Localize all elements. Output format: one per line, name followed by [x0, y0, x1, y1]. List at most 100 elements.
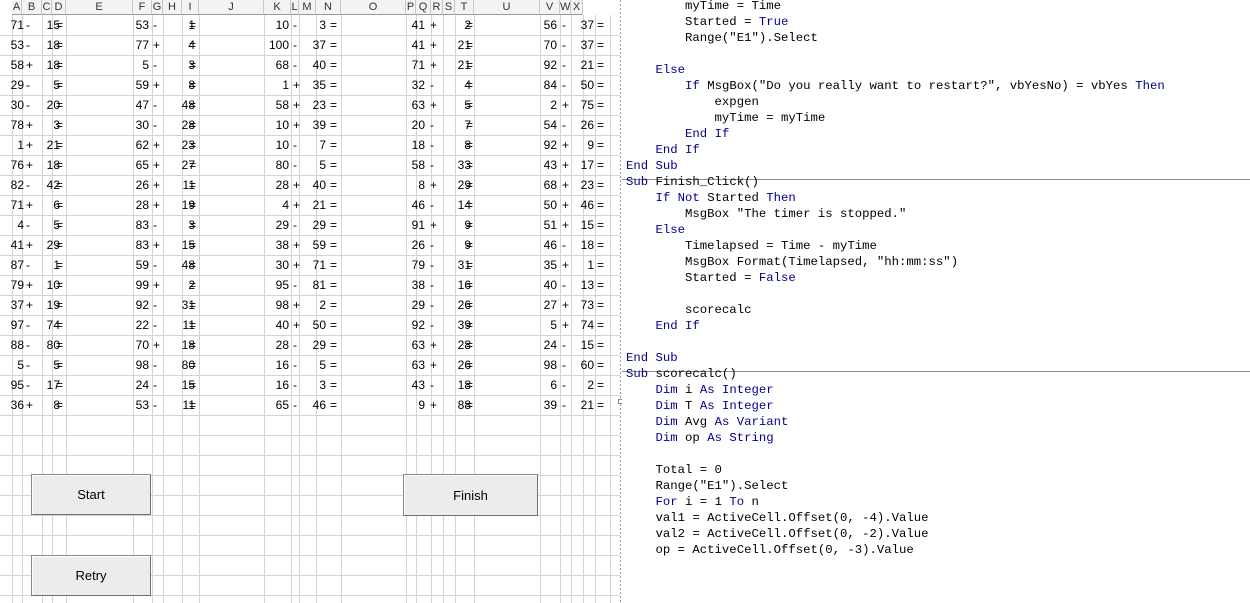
operator-cell[interactable]: -	[562, 76, 572, 95]
code-line[interactable]: Dim Avg As Variant	[626, 414, 789, 430]
equals-cell[interactable]: =	[597, 316, 610, 335]
equals-cell[interactable]: =	[330, 376, 341, 395]
operand-b-cell[interactable]: 37	[303, 36, 326, 55]
operand-a-cell[interactable]: 58	[264, 96, 289, 115]
operand-a-cell[interactable]: 98	[264, 296, 289, 315]
operator-cell[interactable]: -	[26, 176, 34, 195]
operand-a-cell[interactable]: 38	[406, 276, 425, 295]
equals-cell[interactable]: =	[597, 376, 610, 395]
equals-cell[interactable]: =	[466, 36, 474, 55]
code-line[interactable]: End Sub	[626, 158, 678, 174]
code-line[interactable]: Dim T As Integer	[626, 398, 774, 414]
equals-cell[interactable]: =	[330, 176, 341, 195]
column-header-d[interactable]: D	[52, 0, 66, 15]
operand-a-cell[interactable]: 59	[133, 256, 149, 275]
operand-a-cell[interactable]: 80	[264, 156, 289, 175]
equals-cell[interactable]: =	[597, 336, 610, 355]
code-line[interactable]: expgen	[626, 94, 759, 110]
operator-cell[interactable]: -	[293, 356, 301, 375]
code-line[interactable]: Total = 0	[626, 462, 722, 478]
operand-a-cell[interactable]: 71	[0, 16, 24, 35]
operator-cell[interactable]: -	[293, 396, 301, 415]
equals-cell[interactable]: =	[189, 16, 199, 35]
operator-cell[interactable]: -	[562, 16, 572, 35]
equals-cell[interactable]: =	[597, 176, 610, 195]
finish-button[interactable]: Finish	[403, 474, 538, 516]
operand-a-cell[interactable]: 68	[264, 56, 289, 75]
operator-cell[interactable]: -	[562, 376, 572, 395]
operator-cell[interactable]: +	[26, 396, 34, 415]
operand-a-cell[interactable]: 98	[133, 356, 149, 375]
equals-cell[interactable]: =	[330, 316, 341, 335]
operator-cell[interactable]: +	[293, 76, 301, 95]
operand-a-cell[interactable]: 71	[0, 196, 24, 215]
operand-a-cell[interactable]: 24	[540, 336, 557, 355]
operand-a-cell[interactable]: 70	[133, 336, 149, 355]
operator-cell[interactable]: +	[562, 296, 572, 315]
code-line[interactable]: Started = False	[626, 270, 796, 286]
operand-a-cell[interactable]: 92	[133, 296, 149, 315]
operator-cell[interactable]: -	[562, 336, 572, 355]
operator-cell[interactable]: -	[26, 356, 34, 375]
equals-cell[interactable]: =	[330, 36, 341, 55]
operand-a-cell[interactable]: 43	[406, 376, 425, 395]
operator-cell[interactable]: +	[562, 96, 572, 115]
equals-cell[interactable]: =	[330, 136, 341, 155]
equals-cell[interactable]: =	[597, 156, 610, 175]
code-line[interactable]: op = ActiveCell.Offset(0, -3).Value	[626, 542, 914, 558]
operand-b-cell[interactable]: 21	[303, 196, 326, 215]
column-header-t[interactable]: T	[455, 0, 474, 15]
operator-cell[interactable]: +	[562, 256, 572, 275]
column-header-s[interactable]: S	[443, 0, 455, 15]
operand-a-cell[interactable]: 1	[0, 136, 24, 155]
operand-a-cell[interactable]: 53	[0, 36, 24, 55]
operand-b-cell[interactable]: 23	[575, 176, 594, 195]
code-line[interactable]: Timelapsed = Time - myTime	[626, 238, 877, 254]
operand-b-cell[interactable]: 26	[575, 116, 594, 135]
operator-cell[interactable]: +	[562, 316, 572, 335]
equals-cell[interactable]: =	[466, 196, 474, 215]
operand-b-cell[interactable]: 3	[303, 16, 326, 35]
operand-b-cell[interactable]: 46	[303, 396, 326, 415]
operator-cell[interactable]: +	[26, 56, 34, 75]
operator-cell[interactable]: +	[26, 276, 34, 295]
equals-cell[interactable]: =	[56, 316, 66, 335]
operator-cell[interactable]: -	[153, 316, 163, 335]
operand-b-cell[interactable]: 15	[575, 216, 594, 235]
operand-a-cell[interactable]: 28	[133, 196, 149, 215]
operator-cell[interactable]: +	[293, 96, 301, 115]
operand-a-cell[interactable]: 99	[133, 276, 149, 295]
equals-cell[interactable]: =	[56, 216, 66, 235]
operator-cell[interactable]: +	[153, 236, 163, 255]
operand-b-cell[interactable]: 60	[575, 356, 594, 375]
equals-cell[interactable]: =	[597, 136, 610, 155]
code-line[interactable]: Range("E1").Select	[626, 30, 818, 46]
operand-b-cell[interactable]: 15	[575, 336, 594, 355]
operator-cell[interactable]: -	[562, 56, 572, 75]
equals-cell[interactable]: =	[466, 176, 474, 195]
operand-a-cell[interactable]: 65	[133, 156, 149, 175]
operand-a-cell[interactable]: 32	[406, 76, 425, 95]
operator-cell[interactable]: +	[153, 156, 163, 175]
operand-b-cell[interactable]: 2	[575, 376, 594, 395]
equals-cell[interactable]: =	[56, 76, 66, 95]
operand-b-cell[interactable]: 50	[303, 316, 326, 335]
code-line[interactable]: End Sub	[626, 350, 678, 366]
operator-cell[interactable]: +	[26, 156, 34, 175]
operator-cell[interactable]: -	[153, 396, 163, 415]
operand-a-cell[interactable]: 54	[540, 116, 557, 135]
operand-a-cell[interactable]: 29	[0, 76, 24, 95]
code-line[interactable]: scorecalc	[626, 302, 751, 318]
operator-cell[interactable]: +	[26, 116, 34, 135]
operator-cell[interactable]: -	[26, 316, 34, 335]
column-header-j[interactable]: J	[199, 0, 264, 15]
operator-cell[interactable]: +	[153, 76, 163, 95]
operand-a-cell[interactable]: 10	[264, 16, 289, 35]
operator-cell[interactable]: -	[153, 16, 163, 35]
equals-cell[interactable]: =	[597, 36, 610, 55]
operand-a-cell[interactable]: 8	[406, 176, 425, 195]
operator-cell[interactable]: -	[26, 16, 34, 35]
operator-cell[interactable]: +	[153, 336, 163, 355]
equals-cell[interactable]: =	[189, 296, 199, 315]
code-line[interactable]: Else	[626, 222, 686, 238]
